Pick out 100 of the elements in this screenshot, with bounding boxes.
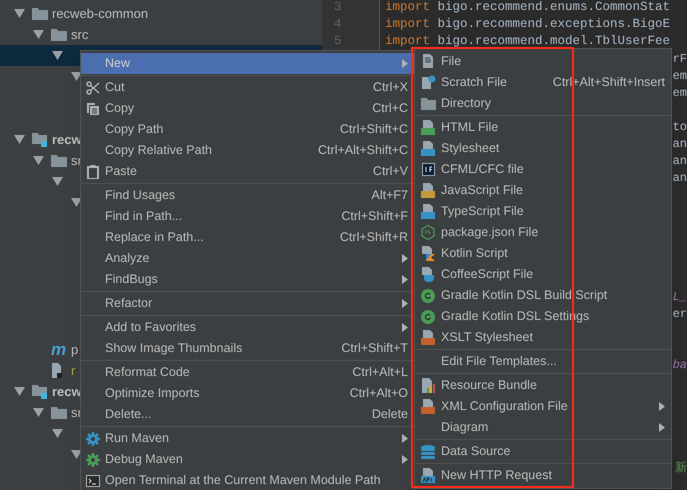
menu-item[interactable]: JavaScript File: [415, 180, 671, 201]
api-file-icon: [421, 468, 435, 483]
menu-item[interactable]: CFML/CFC file: [415, 159, 671, 180]
code-line: import bigo.recommend.exceptions.BigoE: [385, 16, 670, 34]
menu-item[interactable]: Copy Path Ctrl+Shift+C: [81, 119, 414, 140]
menu-item[interactable]: package.json File: [415, 222, 671, 243]
kotlin-file-icon: [421, 246, 435, 261]
menu-item[interactable]: Debug Maven: [81, 449, 414, 470]
html-file-icon: [421, 120, 435, 135]
expanded-arrow-icon[interactable]: [14, 135, 25, 144]
menu-item[interactable]: Add to Favorites: [81, 317, 414, 338]
resource-bundle-icon: [420, 378, 436, 393]
menu-item[interactable]: XML Configuration File: [415, 396, 671, 417]
file-icon: [421, 54, 435, 69]
menu-item[interactable]: Run Maven: [81, 428, 414, 449]
submenu-arrow-icon: [402, 455, 408, 464]
menu-item[interactable]: Refactor: [81, 293, 414, 314]
menu-item[interactable]: Resource Bundle: [415, 375, 671, 396]
gear-icon: [86, 432, 100, 446]
expanded-arrow-icon[interactable]: [71, 72, 82, 81]
expanded-arrow-icon[interactable]: [71, 450, 82, 459]
menu-item[interactable]: Show Image Thumbnails Ctrl+Shift+T: [81, 338, 414, 359]
expanded-arrow-icon[interactable]: [52, 177, 63, 186]
coffee-file-icon: [420, 267, 436, 282]
expanded-arrow-icon[interactable]: [14, 387, 25, 396]
file-icon: [51, 363, 63, 378]
menu-item[interactable]: Copy Ctrl+C: [81, 98, 414, 119]
typescript-file-icon: [421, 204, 435, 219]
menu-item[interactable]: Diagram: [415, 417, 671, 438]
submenu-arrow-icon: [402, 254, 408, 263]
menu-item[interactable]: Copy Relative Path Ctrl+Alt+Shift+C: [81, 140, 414, 161]
menu-item[interactable]: New: [81, 53, 414, 74]
menu-item[interactable]: Find Usages Alt+F7: [81, 185, 414, 206]
gradle-icon: [421, 310, 435, 324]
menu-item[interactable]: Open Terminal at the Current Maven Module Path: [81, 470, 414, 490]
code-line: import bigo.recommend.enums.CommonStat: [385, 0, 670, 16]
menu-item[interactable]: Reformat Code Ctrl+Alt+L: [81, 362, 414, 383]
menu-item[interactable]: Paste Ctrl+V: [81, 161, 414, 182]
menu-item[interactable]: Delete... Delete: [81, 404, 414, 425]
code-fragment: ba: [672, 356, 687, 374]
expanded-arrow-icon[interactable]: [33, 30, 44, 39]
menu-item[interactable]: Data Source: [415, 441, 671, 462]
menu-item[interactable]: CoffeeScript File: [415, 264, 671, 285]
submenu-arrow-icon: [402, 299, 408, 308]
submenu-arrow-icon: [402, 59, 408, 68]
folder-icon: [51, 28, 67, 40]
terminal-icon: [86, 474, 100, 486]
tree-item-label[interactable]: r: [71, 360, 76, 380]
maven-icon: m: [51, 341, 66, 358]
tree-item-label[interactable]: recweb-common: [52, 4, 148, 24]
expanded-arrow-icon[interactable]: [33, 156, 44, 165]
gear-icon: [86, 452, 100, 466]
submenu-arrow-icon: [659, 402, 665, 411]
cfml-icon: [422, 163, 434, 176]
menu-item[interactable]: Analyze: [81, 248, 414, 269]
expanded-arrow-icon[interactable]: [52, 51, 63, 60]
expanded-arrow-icon[interactable]: [71, 198, 82, 207]
menu-item[interactable]: Replace in Path... Ctrl+Shift+R: [81, 227, 414, 248]
menu-item[interactable]: FindBugs: [81, 269, 414, 290]
menu-item[interactable]: File: [415, 51, 671, 72]
code-fragment: er: [672, 306, 687, 322]
module-folder-icon: [32, 384, 48, 398]
database-icon: [421, 444, 435, 458]
code-fragment: em: [672, 68, 687, 84]
expanded-arrow-icon[interactable]: [52, 429, 63, 438]
expanded-arrow-icon[interactable]: [33, 408, 44, 417]
code-line: import bigo.recommend.model.TblUserFee: [385, 33, 670, 50]
module-folder-icon: [32, 132, 48, 146]
clipboard-icon: [87, 164, 99, 178]
menu-item[interactable]: Find in Path... Ctrl+Shift+F: [81, 206, 414, 227]
gradle-icon: [421, 288, 435, 302]
tree-item-label[interactable]: src: [71, 24, 88, 44]
menu-item[interactable]: New HTTP Request: [415, 465, 671, 486]
menu-item[interactable]: Kotlin Script: [415, 243, 671, 264]
menu-item[interactable]: TypeScript File: [415, 201, 671, 222]
folder-icon: [51, 406, 67, 418]
menu-item[interactable]: Stylesheet: [415, 138, 671, 159]
menu-item[interactable]: Edit File Templates...: [415, 351, 671, 372]
scissors-icon: [86, 80, 100, 94]
menu-item[interactable]: Gradle Kotlin DSL Build Script: [415, 285, 671, 306]
menu-item[interactable]: Cut Ctrl+X: [81, 77, 414, 98]
code-fragment: an: [672, 152, 687, 170]
hexagon-icon: [421, 225, 435, 240]
menu-item[interactable]: Optimize Imports Ctrl+Alt+O: [81, 383, 414, 404]
folder-icon: [51, 154, 67, 166]
menu-item[interactable]: Directory: [415, 93, 671, 114]
code-fragment: rF: [672, 50, 687, 68]
expanded-arrow-icon[interactable]: [14, 9, 25, 18]
submenu-arrow-icon: [402, 323, 408, 332]
css-file-icon: [421, 141, 435, 156]
tree-item-label[interactable]: p: [71, 340, 78, 360]
menu-item[interactable]: HTML File: [415, 117, 671, 138]
code-fragment: an: [672, 136, 687, 152]
scratch-file-icon: [420, 75, 436, 90]
code-fragment: 新: [675, 458, 687, 476]
copy-icon: [86, 102, 100, 116]
menu-item[interactable]: XSLT Stylesheet: [415, 327, 671, 348]
code-fragment: em: [672, 84, 687, 102]
xml-file-icon: [421, 330, 435, 345]
code-fragment: L_: [672, 288, 687, 306]
